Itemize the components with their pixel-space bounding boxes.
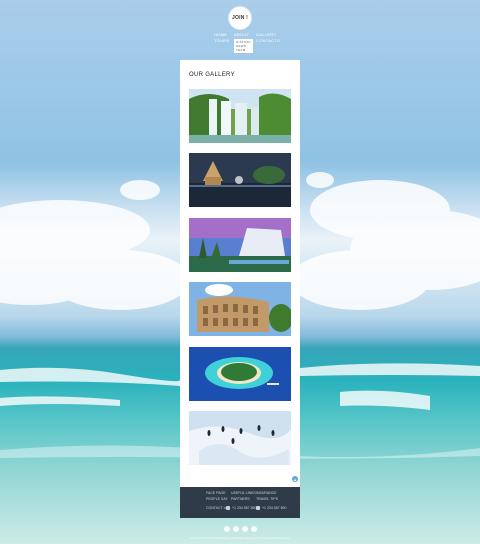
scroll-to-top-button[interactable]: ▲ [292, 476, 298, 482]
phone-number-2: +1 234 567 890 [262, 506, 287, 510]
nav-col-2: ABOUT HISTORY NEWS TEAM [234, 32, 254, 53]
footer-link-insurance[interactable]: INSURANCE [256, 491, 278, 496]
footer-phone-1: +1 234 567 890 [226, 506, 256, 510]
phone-icon [256, 506, 260, 510]
gallery-image-colosseum[interactable] [189, 282, 291, 336]
submenu-item-team[interactable]: TEAM [236, 48, 251, 52]
nav-col-3: GALLERY CONTACTS [256, 32, 280, 43]
nav-item-contacts[interactable]: CONTACTS [256, 38, 280, 43]
footer-link-face-page[interactable]: FACE PAGE [206, 491, 228, 496]
main-nav: HOME TOURS ABOUT HISTORY NEWS TEAM GALLE… [0, 32, 480, 62]
phone-icon [226, 506, 230, 510]
gallery-panel: OUR GALLERY ▲ [180, 60, 300, 518]
site-logo[interactable]: JOIN ! [228, 6, 252, 30]
gallery-image-resort-hotel[interactable] [189, 218, 291, 272]
footer-col-2: USEFUL LINKS PARTNERS [231, 491, 256, 501]
gallery-image-penguins-ice[interactable] [189, 411, 291, 465]
nav-item-gallery[interactable]: GALLERY [256, 32, 280, 37]
footer-col-1: FACE PAGE PEOPLE SAY [206, 491, 228, 501]
nav-item-home[interactable]: HOME [214, 32, 229, 37]
twitter-icon[interactable] [233, 526, 239, 532]
nav-col-1: HOME TOURS [214, 32, 229, 43]
nav-item-about[interactable]: ABOUT [234, 32, 253, 37]
copyright-text: Joinus © 2014 | Privacy Policy | Website… [189, 536, 291, 540]
footer-phone-2: +1 234 567 890 [256, 506, 286, 510]
footer-link-people-say[interactable]: PEOPLE SAY [206, 497, 228, 502]
google-plus-icon[interactable] [242, 526, 248, 532]
footer-link-partners[interactable]: PARTNERS [231, 497, 256, 502]
facebook-icon[interactable] [224, 526, 230, 532]
footer-col-3: INSURANCE TRAVEL TIPS [256, 491, 278, 501]
page-title: OUR GALLERY [189, 72, 235, 78]
arrow-up-icon: ▲ [293, 476, 297, 482]
about-submenu: HISTORY NEWS TEAM [234, 39, 254, 53]
social-links [224, 526, 257, 532]
footer-link-useful-links[interactable]: USEFUL LINKS [231, 491, 256, 496]
gallery-image-waterfall[interactable] [189, 89, 291, 143]
site-footer: FACE PAGE PEOPLE SAY USEFUL LINKS PARTNE… [180, 487, 300, 518]
pinterest-icon[interactable] [251, 526, 257, 532]
phone-number-1: +1 234 567 890 [232, 506, 257, 510]
gallery-image-thai-temple[interactable] [189, 153, 291, 207]
gallery-image-tropical-island[interactable] [189, 347, 291, 401]
footer-link-travel-tips[interactable]: TRAVEL TIPS [256, 497, 278, 502]
nav-item-tours[interactable]: TOURS [214, 38, 229, 43]
